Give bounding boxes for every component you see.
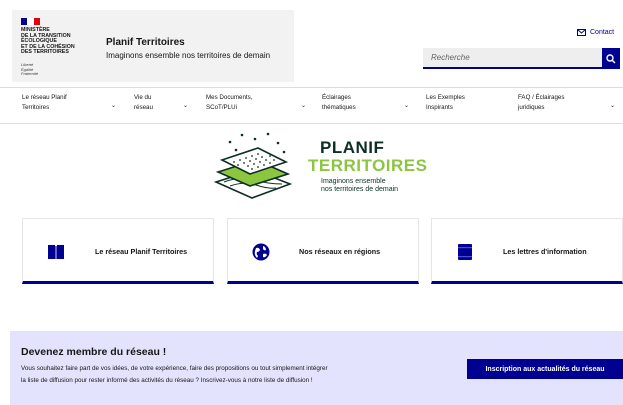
site-header: MINISTÈRE DE LA TRANSITION ÉCOLOGIQUE ET…: [0, 0, 623, 88]
chevron-down-icon: ⌄: [111, 103, 117, 109]
search-input[interactable]: [423, 48, 602, 69]
banner-title: Devenez membre du réseau !: [21, 346, 167, 358]
chevron-down-icon: ⌄: [183, 103, 189, 109]
layered-map-icon: [213, 132, 293, 199]
nav-item-vie[interactable]: Vie du réseau ⌄: [134, 93, 192, 119]
nav-item-eclairages[interactable]: Éclairages thématiques ⌄: [322, 93, 412, 119]
logo-tagline: Imaginons ensemble nos territoires de de…: [321, 178, 399, 193]
membership-banner: Devenez membre du réseau ! Vous souhaite…: [10, 331, 623, 405]
nav-item-faq[interactable]: FAQ / Éclairages juridiques ⌄: [518, 93, 616, 119]
republic-flag-logo: [21, 18, 40, 25]
nav-item-label: Le réseau Planif Territoires: [22, 94, 67, 111]
mail-icon: [577, 29, 586, 36]
nav-item-exemples[interactable]: Les Exemples Inspirants: [426, 93, 496, 119]
search-icon: [606, 53, 616, 63]
chevron-down-icon: ⌄: [404, 103, 410, 109]
globe-icon: [252, 243, 270, 261]
logo-wordmark-territoires: TERRITOIRES: [308, 156, 428, 175]
republic-motto: Liberté Égalité Fraternité: [21, 62, 39, 76]
newsletter-icon: [458, 244, 472, 260]
newsletter-signup-button[interactable]: Inscription aux actualités du réseau: [467, 359, 623, 379]
nav-item-reseau[interactable]: Le réseau Planif Territoires ⌄: [22, 93, 118, 119]
site-tagline: Imaginons ensemble nos territoires de de…: [106, 51, 271, 60]
main-navigation: Le réseau Planif Territoires ⌄ Vie du ré…: [0, 88, 623, 124]
card-newsletter[interactable]: Les lettres d'information: [431, 218, 623, 284]
banner-text: Vous souhaitez faire part de vos idées, …: [21, 365, 328, 384]
ministry-name: MINISTÈRE DE LA TRANSITION ÉCOLOGIQUE ET…: [21, 27, 75, 56]
book-icon: [48, 245, 64, 259]
logo-wordmark-planif: PLANIF: [320, 138, 385, 157]
search-bar: [423, 48, 620, 69]
chevron-down-icon: ⌄: [301, 103, 307, 109]
card-label: Le réseau Planif Territoires: [95, 247, 188, 256]
nav-item-label: FAQ / Éclairages juridiques: [518, 94, 565, 111]
card-regions[interactable]: Nos réseaux en régions: [227, 218, 419, 284]
planif-territoires-logo: PLANIF TERRITOIRES Imaginons ensemble no…: [210, 130, 440, 210]
contact-label: Contact: [590, 29, 615, 36]
chevron-down-icon: ⌄: [610, 103, 616, 109]
nav-item-label: Les Exemples Inspirants: [426, 94, 465, 111]
nav-item-label: Mes Documents, SCoT/PLUi: [206, 94, 253, 111]
nav-item-documents[interactable]: Mes Documents, SCoT/PLUi ⌄: [206, 93, 310, 119]
brand-block[interactable]: MINISTÈRE DE LA TRANSITION ÉCOLOGIQUE ET…: [12, 10, 294, 82]
card-label: Les lettres d'information: [503, 247, 587, 256]
card-reseau[interactable]: Le réseau Planif Territoires: [22, 218, 214, 284]
site-title[interactable]: Planif Territoires: [106, 37, 185, 48]
nav-item-label: Éclairages thématiques: [322, 94, 356, 111]
card-label: Nos réseaux en régions: [299, 247, 381, 256]
contact-link[interactable]: Contact: [577, 29, 614, 36]
search-button[interactable]: [602, 48, 620, 69]
